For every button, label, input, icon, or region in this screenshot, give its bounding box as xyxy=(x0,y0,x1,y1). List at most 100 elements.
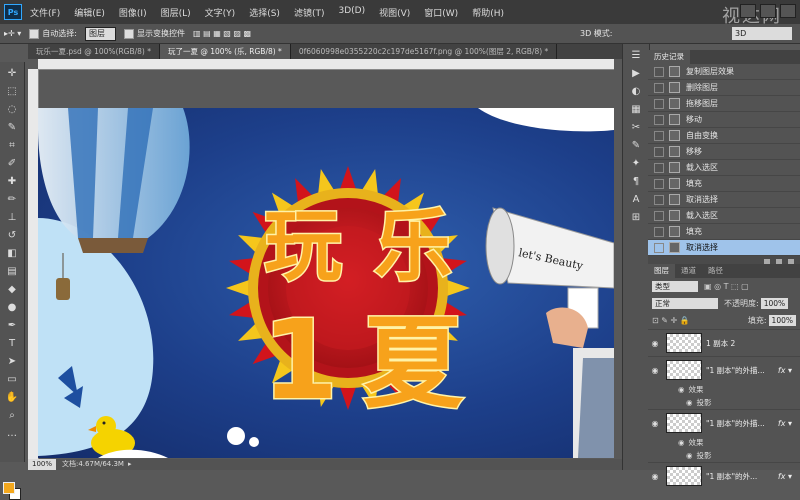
history-item[interactable]: 移移 xyxy=(648,144,800,160)
tab-document-1[interactable]: 玩乐一夏.psd @ 100%(RGB/8) * xyxy=(28,44,160,59)
history-checkbox-icon[interactable] xyxy=(654,178,664,189)
history-checkbox-icon[interactable] xyxy=(654,66,664,77)
maximize-button[interactable] xyxy=(760,4,776,18)
eye-icon[interactable]: ◉ xyxy=(678,438,685,447)
history-checkbox-icon[interactable] xyxy=(654,130,664,141)
blur-tool-icon[interactable]: ◆ xyxy=(5,282,19,296)
checkbox-icon[interactable] xyxy=(123,28,134,39)
more-tools-icon[interactable]: … xyxy=(5,426,19,440)
history-item[interactable]: 取消选择 xyxy=(648,192,800,208)
menu-item[interactable]: 文件(F) xyxy=(30,6,60,19)
clone-stamp-tool-icon[interactable]: ⊥ xyxy=(5,210,19,224)
checkbox-icon[interactable] xyxy=(29,28,40,39)
history-checkbox-icon[interactable] xyxy=(654,98,664,109)
history-checkbox-icon[interactable] xyxy=(654,146,664,157)
fx-icon[interactable]: fx ▾ xyxy=(778,472,792,481)
paragraph-panel-icon[interactable]: ¶ xyxy=(630,176,642,188)
zoom-level-input[interactable]: 100% xyxy=(28,459,56,470)
tab-document-2[interactable]: 玩了一夏 @ 100% (乐, RGB/8) * xyxy=(159,44,291,59)
menu-item[interactable]: 窗口(W) xyxy=(424,6,458,19)
document-canvas[interactable]: 玩 乐 1 夏 let's Beauty xyxy=(38,108,614,458)
dodge-tool-icon[interactable]: ● xyxy=(5,300,19,314)
history-checkbox-icon[interactable] xyxy=(654,162,664,173)
brush-tool-icon[interactable]: ✏ xyxy=(5,192,19,206)
tab-document-3[interactable]: 0f6060998e0355220c2c197de5167f.png @ 100… xyxy=(291,44,558,59)
history-item[interactable]: 取消选择 xyxy=(648,240,800,256)
character-panel-icon[interactable]: A xyxy=(630,194,642,206)
history-brush-tool-icon[interactable]: ↺ xyxy=(5,228,19,242)
tab-layers[interactable]: 图层 xyxy=(648,264,675,278)
lock-icons[interactable]: ⊡ ✎ ✛ 🔒 xyxy=(652,316,690,325)
eye-icon[interactable]: ◉ xyxy=(686,398,693,407)
history-item[interactable]: 删除图层 xyxy=(648,80,800,96)
history-item[interactable]: 复制图层效果 xyxy=(648,64,800,80)
show-transform-checkbox[interactable]: 显示变换控件 xyxy=(123,28,185,39)
menu-item[interactable]: 滤镜(T) xyxy=(294,6,325,19)
menu-item[interactable]: 图像(I) xyxy=(119,6,147,19)
history-item[interactable]: 载入选区 xyxy=(648,160,800,176)
layer-row[interactable]: ◉ "1 副本"的外... fx ▾ xyxy=(648,462,800,489)
history-checkbox-icon[interactable] xyxy=(654,114,664,125)
lasso-tool-icon[interactable]: ◌ xyxy=(5,102,19,116)
blend-mode-dropdown[interactable]: 正常 xyxy=(652,298,718,309)
foreground-color-swatch[interactable] xyxy=(3,482,15,494)
menu-item[interactable]: 3D(D) xyxy=(338,6,365,19)
brush-panel-icon[interactable]: ✎ xyxy=(630,140,642,152)
zoom-tool-icon[interactable]: ⌕ xyxy=(5,408,19,422)
eye-icon[interactable]: ◉ xyxy=(648,472,662,481)
menu-item[interactable]: 视图(V) xyxy=(379,6,410,19)
gradient-tool-icon[interactable]: ▤ xyxy=(5,264,19,278)
auto-select-dropdown[interactable]: 图层 xyxy=(84,26,116,41)
quick-select-tool-icon[interactable]: ✎ xyxy=(5,120,19,134)
layer-effects-row[interactable]: ◉ 效果 xyxy=(648,436,800,449)
history-item[interactable]: 填充 xyxy=(648,176,800,192)
history-item[interactable]: 载入选区 xyxy=(648,208,800,224)
filter-icons[interactable]: ▣ ◎ T ⬚ ▢ xyxy=(704,282,749,291)
eye-icon[interactable]: ◉ xyxy=(648,419,662,428)
color-panel-icon[interactable]: ◐ xyxy=(630,86,642,98)
history-item[interactable]: 拖移图层 xyxy=(648,96,800,112)
fill-input[interactable]: 100% xyxy=(768,315,796,326)
minimize-button[interactable] xyxy=(740,4,756,18)
eye-icon[interactable]: ◉ xyxy=(648,339,662,348)
eye-icon[interactable]: ◉ xyxy=(686,451,693,460)
menu-item[interactable]: 帮助(H) xyxy=(472,6,504,19)
history-panel-icon[interactable]: ☰ xyxy=(630,50,642,62)
menu-item[interactable]: 图层(L) xyxy=(161,6,191,19)
path-select-tool-icon[interactable]: ➤ xyxy=(5,354,19,368)
menu-item[interactable]: 文字(Y) xyxy=(205,6,236,19)
mode-3d-dropdown[interactable]: 3D xyxy=(732,27,792,40)
layer-row[interactable]: ◉ "1 副本"的外描... fx ▾ xyxy=(648,409,800,436)
history-item[interactable]: 自由变换 xyxy=(648,128,800,144)
history-checkbox-icon[interactable] xyxy=(654,242,664,253)
tab-paths[interactable]: 路径 xyxy=(702,264,729,278)
fx-icon[interactable]: fx ▾ xyxy=(778,366,792,375)
layer-effects-row[interactable]: ◉ 效果 xyxy=(648,383,800,396)
status-arrow-icon[interactable]: ▸ xyxy=(128,459,132,470)
swatches-panel-icon[interactable]: ▦ xyxy=(630,104,642,116)
layer-row[interactable]: ◉ 1 副本 2 xyxy=(648,329,800,356)
tools-preset-icon[interactable]: ✂ xyxy=(630,122,642,134)
close-button[interactable] xyxy=(780,4,796,18)
eye-icon[interactable]: ◉ xyxy=(678,385,685,394)
shape-tool-icon[interactable]: ▭ xyxy=(5,372,19,386)
tab-history[interactable]: 历史记录 xyxy=(648,50,690,64)
clone-source-icon[interactable]: ✦ xyxy=(630,158,642,170)
history-checkbox-icon[interactable] xyxy=(654,194,664,205)
layer-kind-dropdown[interactable]: 类型 xyxy=(652,281,698,292)
menu-item[interactable]: 编辑(E) xyxy=(74,6,105,19)
history-checkbox-icon[interactable] xyxy=(654,210,664,221)
eyedropper-tool-icon[interactable]: ✐ xyxy=(5,156,19,170)
horizontal-ruler[interactable] xyxy=(38,59,614,70)
move-tool-icon[interactable]: ✛ xyxy=(5,66,19,80)
type-tool-icon[interactable]: T xyxy=(5,336,19,350)
hand-tool-icon[interactable]: ✋ xyxy=(5,390,19,404)
history-checkbox-icon[interactable] xyxy=(654,226,664,237)
align-icons[interactable]: ▥ ▤ ▦ ▧ ▨ ▩ xyxy=(193,29,251,38)
marquee-tool-icon[interactable]: ⬚ xyxy=(5,84,19,98)
layer-row[interactable]: ◉ "1 副本"的外描... fx ▾ xyxy=(648,356,800,383)
layer-effect-row[interactable]: ◉ 投影 xyxy=(648,396,800,409)
eye-icon[interactable]: ◉ xyxy=(648,366,662,375)
tab-channels[interactable]: 通道 xyxy=(675,264,702,278)
crop-tool-icon[interactable]: ⌗ xyxy=(5,138,19,152)
